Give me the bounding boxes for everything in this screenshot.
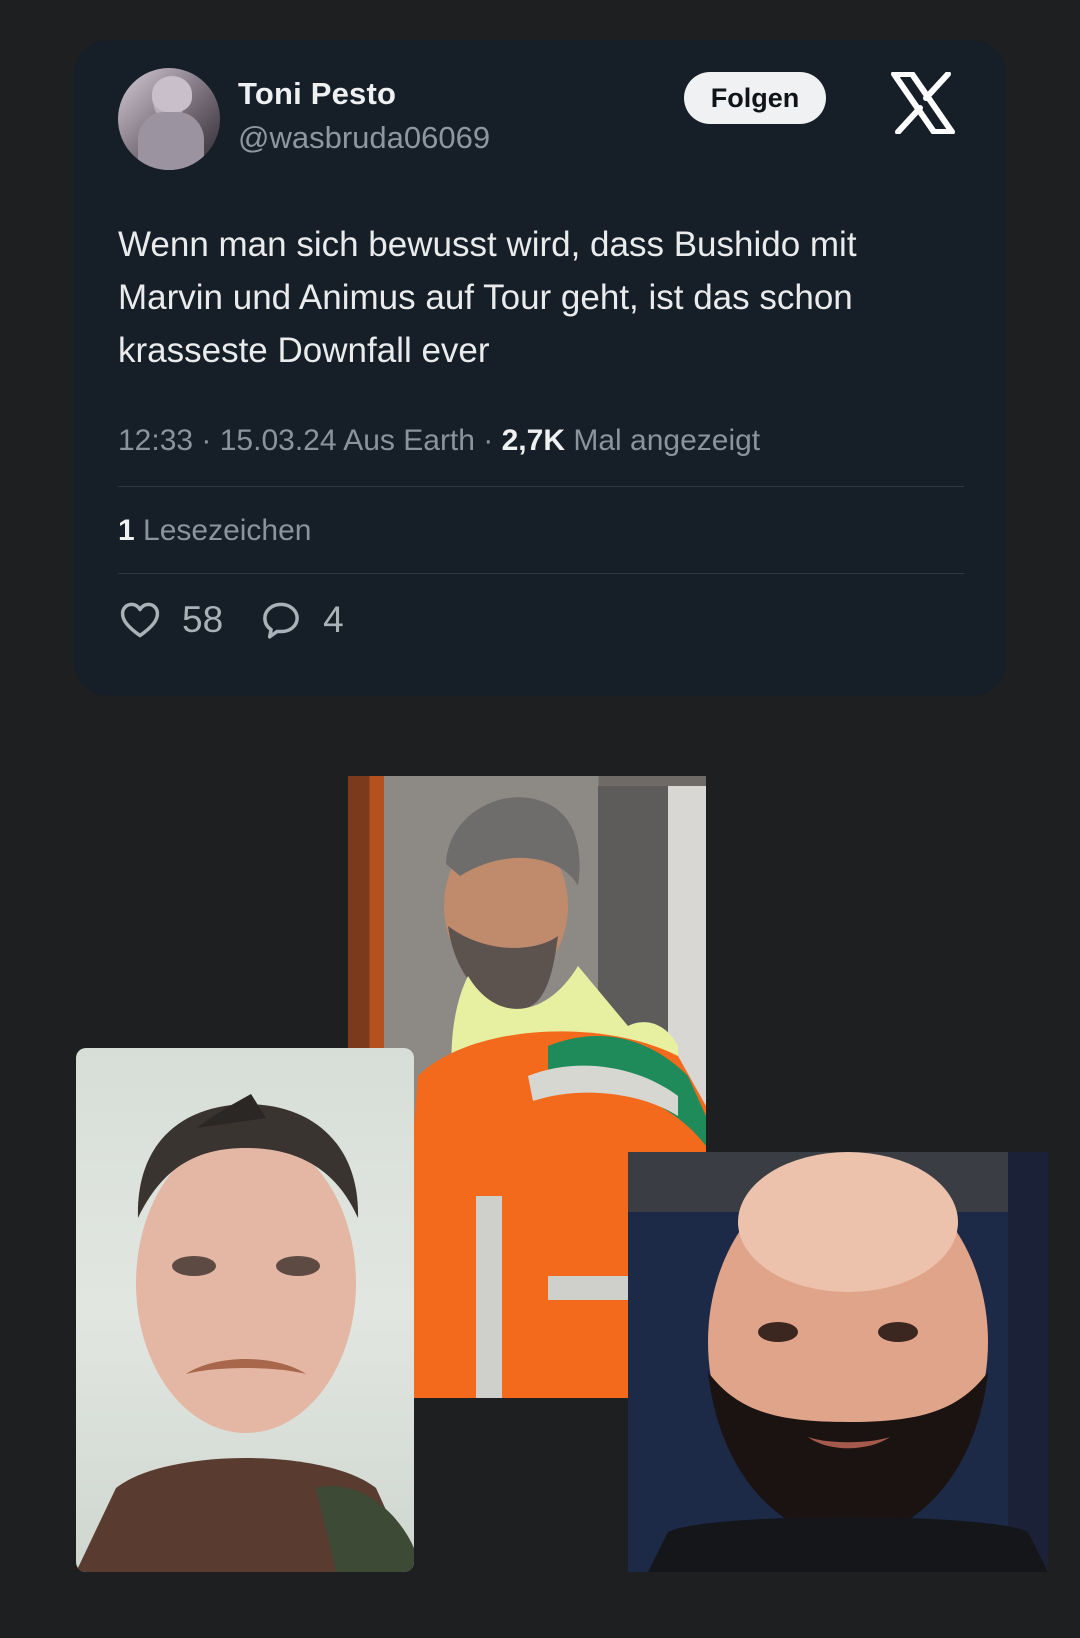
tweet-date[interactable]: 15.03.24 [220,424,337,457]
meta-separator: · [483,424,502,457]
photo-man-bald-beard [628,1152,1048,1572]
author-avatar[interactable] [118,68,220,170]
divider [118,486,964,487]
divider [118,573,964,574]
bookmarks-count: 1 [118,514,135,547]
bookmarks-label: Lesezeichen [143,514,312,547]
like-button[interactable]: 58 [118,598,223,642]
tweet-card: Toni Pesto @wasbruda06069 Folgen Wenn ma… [74,40,1006,696]
author-display-name[interactable]: Toni Pesto [238,76,396,112]
tweet-actions: 58 4 [118,598,380,642]
reply-bubble-icon [263,602,300,639]
avatar-hood-shape [152,76,192,112]
follow-button[interactable]: Folgen [684,72,826,124]
reply-button[interactable]: 4 [259,598,344,642]
photo-man-mustache [76,1048,414,1572]
bookmarks-stat[interactable]: 1 Lesezeichen [118,514,312,548]
views-label: Mal angezeigt [573,424,761,457]
photo-man-mustache-illustration [76,1094,414,1572]
tweet-text: Wenn man sich bewusst wird, dass Bushido… [118,225,857,370]
author-handle[interactable]: @wasbruda06069 [238,120,490,156]
x-logo-icon [891,72,955,134]
tweet-time[interactable]: 12:33 [118,424,193,457]
like-count: 58 [182,599,224,640]
views-count: 2,7K [501,424,565,457]
reply-count: 4 [323,599,344,640]
meta-separator: · [201,424,220,457]
tweet-location: Aus Earth [343,424,475,457]
heart-icon [120,602,160,638]
avatar-body-shape [138,112,204,170]
photo-man-bald-beard-illustration [628,1152,1048,1572]
tweet-meta: 12:33 · 15.03.24 Aus Earth · 2,7K Mal an… [118,424,760,458]
